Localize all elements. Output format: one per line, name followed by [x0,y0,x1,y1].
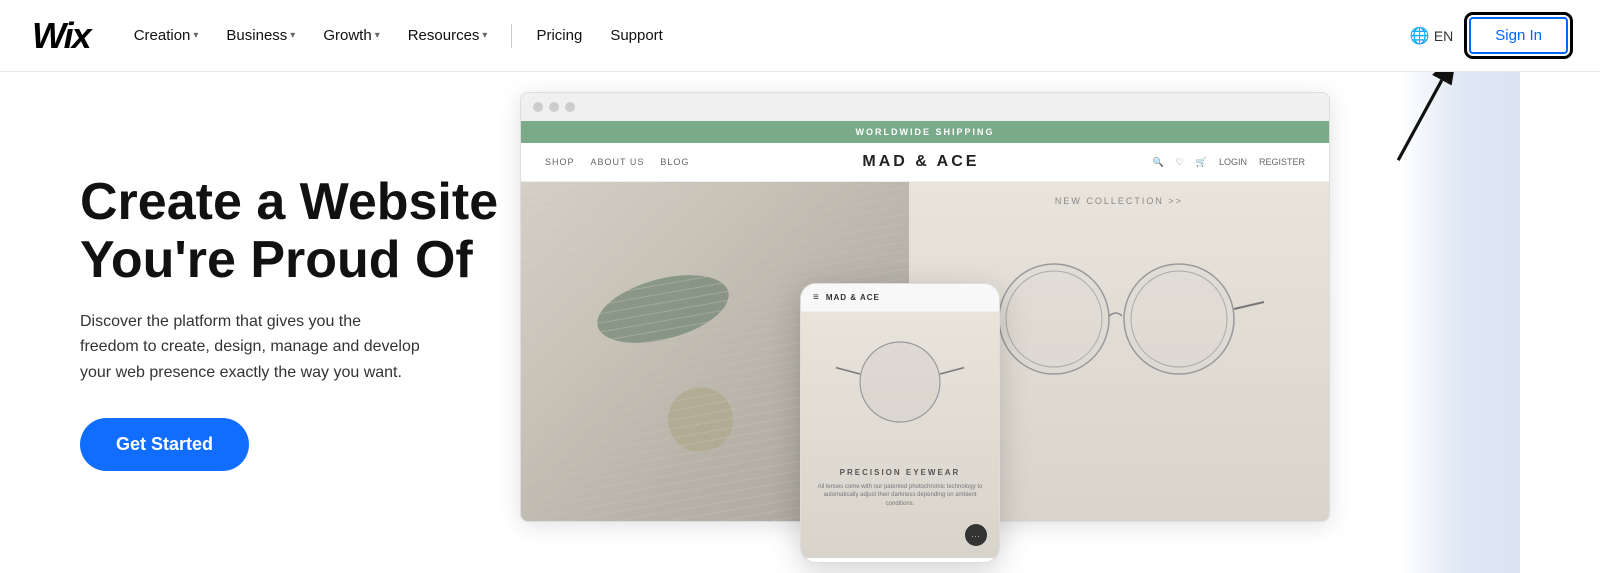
chevron-down-icon: ▾ [290,30,295,41]
navbar: Wix Creation ▾ Business ▾ Growth ▾ Resou… [0,0,1600,72]
mockup-cart-icon: 🛒 [1196,157,1207,168]
mockup-nav: SHOP ABOUT US BLOG MAD & ACE 🔍 ♡ 🛒 LOGIN… [521,143,1329,182]
mobile-mockup-body: PRECISION EYEWEAR All lenses come with o… [801,312,999,558]
mobile-brand: MAD & ACE [826,293,880,302]
mobile-precision-text: PRECISION EYEWEAR All lenses come with o… [801,468,999,508]
mobile-mockup-header: ≡ MAD & ACE [801,284,999,312]
mockup-register: REGISTER [1259,157,1305,167]
chevron-down-icon: ▾ [482,30,487,41]
mockup-about: ABOUT US [591,157,645,167]
hero-subtitle: Discover the platform that gives you the… [80,309,420,386]
chevron-down-icon: ▾ [375,30,380,41]
globe-icon: 🌐 [1410,26,1430,46]
nav-item-growth[interactable]: Growth ▾ [311,19,391,52]
get-started-button[interactable]: Get Started [80,418,249,471]
mockup-titlebar [521,93,1329,121]
chevron-down-icon: ▾ [193,30,198,41]
mockup-brand: MAD & ACE [862,153,979,171]
mockup-new-collection-label: NEW COLLECTION >> [909,182,1329,214]
mockup-search-icon: 🔍 [1152,157,1163,168]
nav-divider [511,24,512,48]
mockup-login: LOGIN [1219,157,1247,167]
nav-links: Creation ▾ Business ▾ Growth ▾ Resources… [122,19,1410,52]
mockup-banner: WORLDWIDE SHIPPING [521,121,1329,143]
mobile-precision-title: PRECISION EYEWEAR [801,468,999,477]
nav-item-pricing[interactable]: Pricing [524,19,594,52]
titlebar-dot [549,102,559,112]
sign-in-button[interactable]: Sign In [1469,17,1568,54]
nav-item-support[interactable]: Support [598,19,675,52]
hero-left-content: Create a WebsiteYou're Proud Of Discover… [80,174,500,470]
mockup-nav-left: SHOP ABOUT US BLOG [545,157,689,167]
titlebar-dot [533,102,543,112]
mobile-chat-bubble [965,524,987,546]
nav-right: 🌐 EN Sign In [1410,17,1568,54]
arrow-annotation [1300,72,1460,162]
language-selector[interactable]: 🌐 EN [1410,26,1453,46]
mobile-precision-desc: All lenses come with our patented photoc… [801,483,999,508]
nav-item-business[interactable]: Business ▾ [214,19,307,52]
mockup-shop: SHOP [545,157,575,167]
mockup-heart-icon: ♡ [1176,157,1184,168]
mockup-nav-right: 🔍 ♡ 🛒 LOGIN REGISTER [1152,157,1305,168]
hero-right-content: WORLDWIDE SHIPPING SHOP ABOUT US BLOG MA… [500,72,1520,573]
mobile-menu-icon: ≡ [813,292,820,303]
wix-logo[interactable]: Wix [32,15,90,57]
hero-section: Create a WebsiteYou're Proud Of Discover… [0,72,1600,573]
nav-item-resources[interactable]: Resources ▾ [396,19,500,52]
titlebar-dot [565,102,575,112]
mockup-blog: BLOG [660,157,689,167]
mobile-mockup: ≡ MAD & ACE PRECISION EYEWEAR All lenses… [800,283,1000,563]
hero-title: Create a WebsiteYou're Proud Of [80,174,500,288]
nav-item-creation[interactable]: Creation ▾ [122,19,211,52]
